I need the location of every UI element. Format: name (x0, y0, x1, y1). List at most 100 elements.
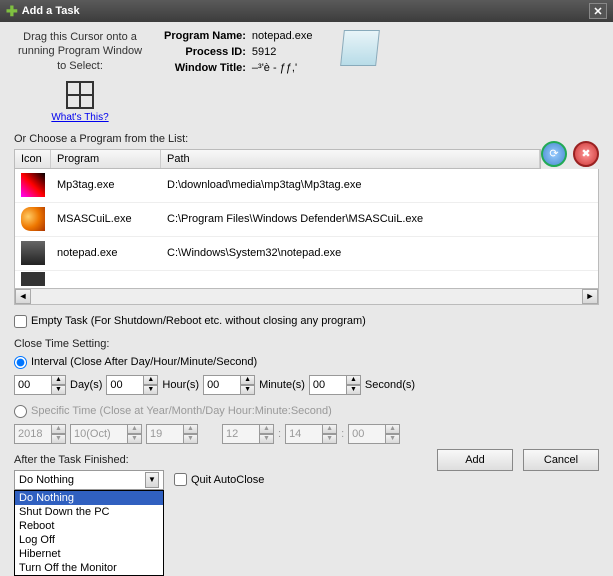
add-button[interactable]: Add (437, 449, 513, 471)
specific-radio[interactable]: Specific Time (Close at Year/Month/Day H… (14, 405, 599, 418)
window-title: Add a Task (22, 5, 80, 17)
program-info: Program Name: notepad.exe Process ID: 59… (164, 30, 312, 74)
quit-autoclose-input[interactable] (174, 473, 187, 486)
second-input[interactable] (309, 375, 347, 395)
col-program[interactable]: Program (51, 150, 161, 168)
after-task-combo[interactable]: Do Nothing ▼ (14, 470, 164, 490)
empty-task-checkbox[interactable]: Empty Task (For Shutdown/Reboot etc. wit… (14, 315, 599, 328)
spin-down[interactable]: ▼ (184, 434, 198, 444)
spin-up[interactable]: ▲ (52, 375, 66, 385)
hour-label: Hour(s) (162, 379, 199, 391)
chevron-down-icon: ▼ (145, 472, 159, 488)
list-item[interactable]: notepad.exe C:\Windows\System32\notepad.… (15, 237, 598, 271)
spin-down[interactable]: ▼ (52, 385, 66, 395)
interval-radio[interactable]: Interval (Close After Day/Hour/Minute/Se… (14, 356, 599, 369)
remove-button[interactable]: ✖ (573, 141, 599, 167)
program-list-header: Icon Program Path (14, 149, 541, 169)
refresh-icon: ⟳ (549, 147, 558, 160)
min-spinner2[interactable]: ▲▼ (285, 424, 337, 444)
dropdown-option[interactable]: Hibernet (15, 547, 163, 561)
hour-input[interactable] (106, 375, 144, 395)
close-window-button[interactable]: ✕ (589, 3, 607, 19)
window-title-label: Window Title: (164, 62, 246, 74)
col-icon[interactable]: Icon (15, 150, 51, 168)
interval-radio-input[interactable] (14, 356, 27, 369)
app-icon (21, 207, 45, 231)
spin-down[interactable]: ▼ (347, 385, 361, 395)
spin-up[interactable]: ▲ (184, 424, 198, 434)
spin-down[interactable]: ▼ (144, 385, 158, 395)
spin-down[interactable]: ▼ (241, 385, 255, 395)
interval-label: Interval (Close After Day/Hour/Minute/Se… (31, 356, 257, 368)
dropdown-option[interactable]: Do Nothing (15, 491, 163, 505)
process-id-label: Process ID: (164, 46, 246, 58)
titlebar: ✚ Add a Task ✕ (0, 0, 613, 22)
spin-down[interactable]: ▼ (260, 434, 274, 444)
interval-row: ▲▼ Day(s) ▲▼ Hour(s) ▲▼ Minute(s) ▲▼ Sec… (14, 375, 599, 395)
spin-up[interactable]: ▲ (241, 375, 255, 385)
spin-down[interactable]: ▼ (52, 434, 66, 444)
dropdown-option[interactable]: Turn Off the Monitor (15, 561, 163, 575)
drag-instruction: Drag this Cursor onto a running Program … (14, 30, 146, 73)
min-input2[interactable] (285, 424, 323, 444)
list-item[interactable] (15, 271, 598, 289)
spin-up[interactable]: ▲ (128, 424, 142, 434)
scroll-left-button[interactable]: ◄ (15, 289, 31, 304)
year-spinner[interactable]: ▲▼ (14, 424, 66, 444)
spin-up[interactable]: ▲ (144, 375, 158, 385)
program-list[interactable]: Mp3tag.exe D:\download\media\mp3tag\Mp3t… (14, 169, 599, 289)
program-name-value: notepad.exe (252, 30, 313, 42)
path-cell: C:\Windows\System32\notepad.exe (161, 247, 598, 259)
path-cell: D:\download\media\mp3tag\Mp3tag.exe (161, 179, 598, 191)
drag-crosshair-icon[interactable] (66, 81, 94, 109)
app-icon (21, 241, 45, 265)
sec-spinner2[interactable]: ▲▼ (348, 424, 400, 444)
spin-up[interactable]: ▲ (260, 424, 274, 434)
quit-autoclose-checkbox[interactable]: Quit AutoClose (174, 473, 264, 486)
minute-spinner[interactable]: ▲▼ (203, 375, 255, 395)
empty-task-input[interactable] (14, 315, 27, 328)
spin-up[interactable]: ▲ (52, 424, 66, 434)
dropdown-option[interactable]: Shut Down the PC (15, 505, 163, 519)
specific-radio-input[interactable] (14, 405, 27, 418)
list-item[interactable]: Mp3tag.exe D:\download\media\mp3tag\Mp3t… (15, 169, 598, 203)
day-spinner[interactable]: ▲▼ (14, 375, 66, 395)
spin-up[interactable]: ▲ (386, 424, 400, 434)
quit-autoclose-label: Quit AutoClose (191, 474, 264, 486)
list-item[interactable]: MSASCuiL.exe C:\Program Files\Windows De… (15, 203, 598, 237)
year-input[interactable] (14, 424, 52, 444)
program-cell: MSASCuiL.exe (51, 213, 161, 225)
choose-program-label: Or Choose a Program from the List: (14, 133, 599, 145)
refresh-button[interactable]: ⟳ (541, 141, 567, 167)
dropdown-option[interactable]: Reboot (15, 519, 163, 533)
spin-up[interactable]: ▲ (347, 375, 361, 385)
empty-task-label: Empty Task (For Shutdown/Reboot etc. wit… (31, 315, 366, 327)
whats-this-link[interactable]: What's This? (51, 112, 108, 123)
spin-down[interactable]: ▼ (323, 434, 337, 444)
hour-spinner2[interactable]: ▲▼ (222, 424, 274, 444)
scroll-right-button[interactable]: ► (582, 289, 598, 304)
month-input[interactable] (70, 424, 128, 444)
after-task-dropdown[interactable]: Do Nothing Shut Down the PC Reboot Log O… (14, 490, 164, 576)
second-spinner[interactable]: ▲▼ (309, 375, 361, 395)
spin-up[interactable]: ▲ (323, 424, 337, 434)
scroll-track[interactable] (31, 289, 582, 304)
dropdown-option[interactable]: Log Off (15, 533, 163, 547)
horizontal-scrollbar[interactable]: ◄ ► (14, 289, 599, 305)
hour-input2[interactable] (222, 424, 260, 444)
minute-input[interactable] (203, 375, 241, 395)
month-spinner[interactable]: ▲▼ (70, 424, 142, 444)
specific-label: Specific Time (Close at Year/Month/Day H… (31, 405, 332, 417)
sec-input2[interactable] (348, 424, 386, 444)
day-input2[interactable] (146, 424, 184, 444)
hour-spinner[interactable]: ▲▼ (106, 375, 158, 395)
program-name-label: Program Name: (164, 30, 246, 42)
program-cell: Mp3tag.exe (51, 179, 161, 191)
cancel-button[interactable]: Cancel (523, 449, 599, 471)
day-input[interactable] (14, 375, 52, 395)
spin-down[interactable]: ▼ (128, 434, 142, 444)
day-spinner2[interactable]: ▲▼ (146, 424, 198, 444)
x-icon: ✖ (581, 147, 590, 160)
col-path[interactable]: Path (161, 150, 540, 168)
spin-down[interactable]: ▼ (386, 434, 400, 444)
